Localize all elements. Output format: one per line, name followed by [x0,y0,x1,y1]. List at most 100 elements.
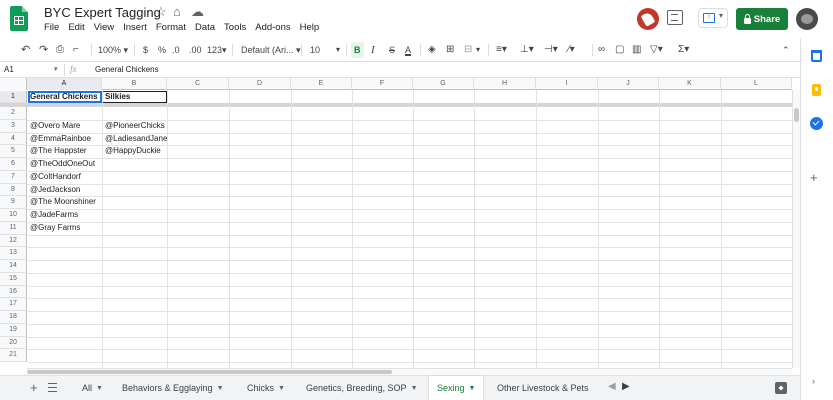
column-header-h[interactable]: H [474,78,536,90]
menu-edit[interactable]: Edit [68,22,84,33]
column-header-e[interactable]: E [291,78,352,90]
account-avatar[interactable] [796,8,818,30]
formula-input[interactable]: General Chickens [95,65,159,74]
row-header-3[interactable]: 3 [0,119,27,133]
menu-data[interactable]: Data [195,22,215,33]
strikethrough-button[interactable]: S [389,42,395,58]
text-rotation-icon[interactable]: ⁄▾ [568,42,575,58]
sheet-tab-other-livestock[interactable]: Other Livestock & Pets [489,376,597,400]
scroll-thumb[interactable] [27,370,392,374]
insert-comment-icon[interactable]: ▢ [615,42,624,58]
document-title[interactable]: BYC Expert Tagging [44,5,161,20]
column-header-f[interactable]: F [352,78,413,90]
menu-format[interactable]: Format [156,22,186,33]
cell-a9[interactable]: @The Moonshiner [27,196,96,209]
column-header-d[interactable]: D [229,78,291,90]
vertical-align-icon[interactable]: ⊥▾ [520,42,534,58]
text-wrapping-icon[interactable]: ⊣▾ [544,42,558,58]
menu-add-ons[interactable]: Add-ons [255,22,290,33]
row-header-10[interactable]: 10 [0,209,27,222]
explore-icon[interactable] [775,382,787,394]
all-sheets-icon[interactable] [48,383,57,392]
paint-format-icon[interactable]: ⌐ [73,42,79,58]
row-header-15[interactable]: 15 [0,272,27,286]
row-header-19[interactable]: 19 [0,323,27,337]
menu-insert[interactable]: Insert [123,22,147,33]
row-header-18[interactable]: 18 [0,311,27,324]
cell-a10[interactable]: @JadeFarms [27,209,78,222]
menu-view[interactable]: View [94,22,114,33]
row-header-17[interactable]: 17 [0,298,27,311]
sheet-tab-genetics[interactable]: Genetics, Breeding, SOP ▼ [298,376,426,400]
menu-help[interactable]: Help [300,22,320,33]
cell-b3[interactable]: @PioneerChicks [102,120,165,133]
text-color-button[interactable]: A [405,42,411,58]
select-all-corner[interactable] [0,78,27,90]
row-header-5[interactable]: 5 [0,145,27,158]
name-box[interactable]: A1 [4,65,14,74]
insert-chart-icon[interactable]: ▥ [632,42,641,58]
row-header-11[interactable]: 11 [0,221,27,235]
cell-a11[interactable]: @Gray Farms [27,222,80,235]
row-header-16[interactable]: 16 [0,285,27,299]
row-header-4[interactable]: 4 [0,132,27,146]
horizontal-scrollbar[interactable] [27,368,792,375]
zoom-select[interactable]: 100% ▾ [98,42,128,58]
row-header-2[interactable]: 2 [0,107,27,120]
scroll-thumb[interactable] [794,108,799,122]
star-icon[interactable]: ☆ [155,4,167,20]
more-formats-button[interactable]: 123▾ [207,42,227,58]
column-header-a[interactable]: A [27,78,102,90]
font-family-select[interactable]: Default (Ari... ▾ [241,42,301,58]
chevron-down-icon[interactable]: ▾ [54,65,58,73]
cell-a3[interactable]: @Overo Mare [27,120,80,133]
functions-button[interactable]: Σ▾ [678,42,689,58]
borders-icon[interactable]: ⊞ [446,42,454,58]
column-header-b[interactable]: B [102,78,167,90]
column-header-l[interactable]: L [721,78,792,90]
column-header-c[interactable]: C [167,78,229,90]
spreadsheet-grid[interactable]: ABCDEFGHIJKL 1 2 3 4 5 6 7 8 9 10 11 12 13 14 15 16 17 18… [0,78,792,368]
tasks-icon[interactable] [810,117,823,130]
undo-icon[interactable]: ↶ [21,42,30,58]
row-header-6[interactable]: 6 [0,158,27,171]
sheet-tab-chicks[interactable]: Chicks ▼ [239,376,293,400]
sheet-tab-behaviors[interactable]: Behaviors & Egglaying ▼ [114,376,232,400]
cell-a6[interactable]: @TheOddOneOut [27,158,95,171]
fill-color-icon[interactable]: ◈ [428,42,436,58]
chevron-right-icon[interactable]: › [812,376,815,386]
cloud-saved-icon[interactable]: ☁ [191,4,204,20]
cell-a4[interactable]: @EmmaRainboe [27,133,91,146]
filter-icon[interactable]: ▽▾ [650,42,663,58]
sheet-tab-sexing[interactable]: Sexing ▼ [429,376,484,400]
percent-format-button[interactable]: % [158,42,166,58]
print-icon[interactable]: ⎙ [56,42,64,58]
row-header-14[interactable]: 14 [0,260,27,273]
move-folder-icon[interactable]: ⌂ [173,4,181,19]
cell-a8[interactable]: @JedJackson [27,184,80,197]
hide-menus-icon[interactable]: ⌃ [782,42,790,58]
column-header-i[interactable]: I [536,78,598,90]
merge-chevron-icon[interactable]: ▾ [476,42,480,58]
column-header-j[interactable]: J [598,78,659,90]
row-header-20[interactable]: 20 [0,336,27,350]
merge-cells-icon[interactable]: ⊟ [464,42,472,58]
sheet-tab-all[interactable]: All ▼ [74,376,111,400]
comment-history-icon[interactable] [667,10,683,25]
column-header-k[interactable]: K [659,78,721,90]
get-add-ons-icon[interactable]: + [810,170,818,185]
menu-tools[interactable]: Tools [224,22,246,33]
row-header-7[interactable]: 7 [0,170,27,184]
increase-decimal-button[interactable]: .00 [189,42,202,58]
row-header-8[interactable]: 8 [0,183,27,197]
chevron-left-icon[interactable]: ◀ [608,381,616,392]
cell-a5[interactable]: @The Happster [27,145,87,158]
cell-a7[interactable]: @ColtHandorf [27,171,81,184]
menu-file[interactable]: File [44,22,59,33]
share-button[interactable]: Share [736,8,788,30]
calendar-icon[interactable] [811,50,822,62]
horizontal-align-icon[interactable]: ≡▾ [496,42,507,58]
present-button[interactable]: ↑ ▾ [698,8,728,28]
currency-format-button[interactable]: $ [143,42,148,58]
font-size-select[interactable]: 10 [310,42,320,58]
